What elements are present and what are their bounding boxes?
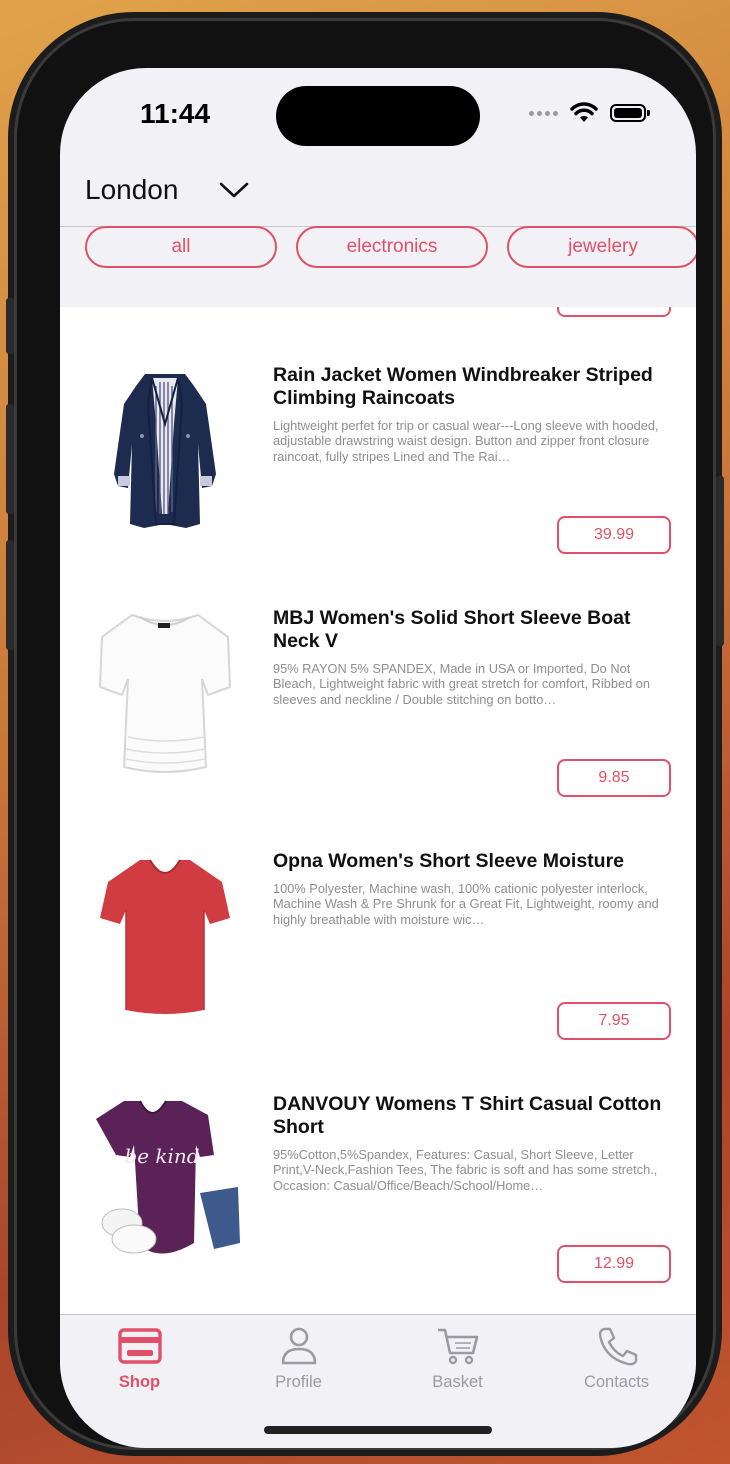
navy-raincoat-image — [114, 374, 216, 528]
volume-up-button — [6, 404, 14, 514]
product-card[interactable]: Opna Women's Short Sleeve Moisture 100% … — [60, 850, 696, 1093]
category-chip-jewelery[interactable]: jewelery — [507, 226, 696, 268]
app-screen: 11:44 London all electronics jewelery Ra… — [60, 68, 696, 1448]
phone-icon — [598, 1327, 637, 1366]
tab-basket-label: Basket — [432, 1373, 483, 1391]
shirt-print-text: be kind — [124, 1144, 199, 1168]
tab-profile[interactable]: Profile — [219, 1325, 378, 1392]
product-title: DANVOUY Womens T Shirt Casual Cotton Sho… — [273, 1093, 662, 1138]
product-description: 95%Cotton,5%Spandex, Features: Casual, S… — [273, 1147, 658, 1193]
tab-profile-label: Profile — [275, 1373, 322, 1391]
tab-shop[interactable]: Shop — [60, 1325, 219, 1392]
card-icon — [117, 1328, 162, 1364]
previous-price-button[interactable] — [557, 307, 671, 317]
status-icons — [529, 102, 650, 124]
volume-down-button — [6, 540, 14, 650]
power-button — [716, 476, 724, 646]
red-tshirt-image — [100, 859, 230, 1014]
product-card[interactable]: MBJ Women's Solid Short Sleeve Boat Neck… — [60, 607, 696, 850]
product-title: Rain Jacket Women Windbreaker Striped Cl… — [273, 364, 653, 409]
price-button[interactable]: 39.99 — [557, 516, 671, 554]
product-description: 100% Polyester, Machine wash, 100% catio… — [273, 881, 659, 927]
tab-contacts[interactable]: Contacts — [537, 1325, 696, 1392]
product-title: MBJ Women's Solid Short Sleeve Boat Neck… — [273, 607, 631, 652]
tab-basket[interactable]: Basket — [378, 1325, 537, 1392]
mute-switch — [6, 298, 14, 354]
chevron-down-icon[interactable] — [218, 180, 250, 200]
product-card[interactable]: Rain Jacket Women Windbreaker Striped Cl… — [60, 364, 696, 607]
cart-icon — [437, 1328, 478, 1365]
tab-contacts-label: Contacts — [583, 1373, 650, 1391]
price-button[interactable]: 9.85 — [557, 759, 671, 797]
price-button[interactable]: 7.95 — [557, 1002, 671, 1040]
category-chips: all electronics jewelery — [85, 226, 696, 306]
product-description: 95% RAYON 5% SPANDEX, Made in USA or Imp… — [273, 661, 650, 707]
category-chip-all[interactable]: all — [85, 226, 277, 268]
product-description: Lightweight perfet for trip or casual we… — [273, 418, 659, 464]
product-card[interactable]: be kind DANVOUY Womens T Shirt Casual Co… — [60, 1093, 696, 1315]
wifi-icon — [570, 102, 598, 122]
city-selector[interactable]: London — [85, 174, 250, 206]
battery-icon — [610, 104, 650, 122]
status-time: 11:44 — [140, 98, 211, 129]
product-title: Opna Women's Short Sleeve Moisture — [273, 850, 625, 872]
purple-tshirt-image: be kind — [96, 1100, 240, 1254]
price-button[interactable]: 12.99 — [557, 1245, 671, 1283]
tab-shop-label: Shop — [118, 1373, 161, 1391]
city-label: London — [85, 174, 179, 205]
home-indicator[interactable] — [264, 1426, 492, 1434]
person-icon — [281, 1327, 316, 1365]
category-chip-electronics[interactable]: electronics — [296, 226, 488, 268]
dynamic-island — [276, 86, 480, 146]
product-list[interactable]: Rain Jacket Women Windbreaker Striped Cl… — [60, 307, 696, 1315]
white-top-image — [98, 613, 232, 773]
cellular-signal-icon — [529, 110, 558, 116]
phone-frame: 11:44 London all electronics jewelery Ra… — [6, 18, 724, 1450]
